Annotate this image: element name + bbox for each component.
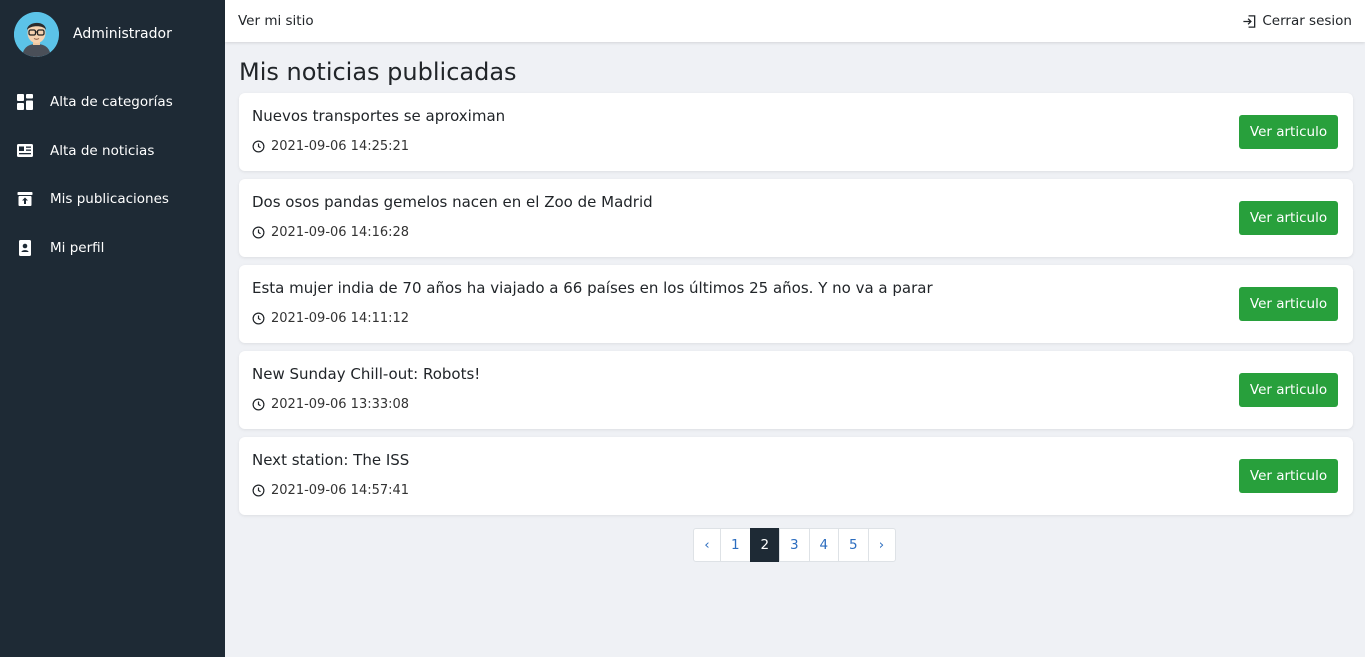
- newspaper-icon: [16, 142, 34, 160]
- view-article-button[interactable]: Ver articulo: [1239, 373, 1338, 407]
- pagination-page-2[interactable]: 2: [749, 528, 780, 562]
- pagination-page-5[interactable]: 5: [838, 528, 869, 562]
- clock-icon: [252, 226, 265, 239]
- article-date: 2021-09-06 13:33:08: [252, 397, 409, 412]
- view-site-link[interactable]: Ver mi sitio: [238, 13, 314, 29]
- article-date-text: 2021-09-06 13:33:08: [271, 397, 410, 412]
- archive-upload-icon: [16, 190, 34, 208]
- sidebar-item-label: Mi perfil: [50, 239, 105, 256]
- sidebar-item-mis-publicaciones[interactable]: Mis publicaciones: [0, 175, 225, 224]
- view-article-button[interactable]: Ver articulo: [1239, 287, 1338, 321]
- logout-link[interactable]: Cerrar sesion: [1242, 13, 1352, 29]
- article-date-text: 2021-09-06 14:11:12: [271, 311, 410, 326]
- article-title: Nuevos transportes se aproximan: [252, 107, 506, 125]
- logout-icon: [1243, 14, 1256, 28]
- article-date: 2021-09-06 14:16:28: [252, 225, 409, 240]
- article-card: New Sunday Chill-out: Robots! 2021-09-06…: [239, 351, 1353, 429]
- article-card: Esta mujer india de 70 años ha viajado a…: [239, 265, 1353, 343]
- pagination: ‹ 1 2 3 4 5 ›: [693, 528, 896, 562]
- sidebar-item-alta-categorias[interactable]: Alta de categorías: [0, 78, 225, 127]
- view-article-button[interactable]: Ver articulo: [1239, 115, 1338, 149]
- article-title: Esta mujer india de 70 años ha viajado a…: [252, 279, 933, 297]
- pagination-page-1[interactable]: 1: [720, 528, 751, 562]
- pagination-page-3[interactable]: 3: [779, 528, 810, 562]
- sidebar: Administrador Alta de categorías Alta de…: [0, 0, 225, 657]
- page-title: Mis noticias publicadas: [239, 58, 517, 86]
- view-article-button[interactable]: Ver articulo: [1239, 201, 1338, 235]
- article-date-text: 2021-09-06 14:25:21: [271, 139, 410, 154]
- sidebar-nav: Alta de categorías Alta de noticias Mis …: [0, 78, 225, 272]
- main-content: Mis noticias publicadas Nuevos transport…: [239, 42, 1353, 562]
- article-title: Dos osos pandas gemelos nacen en el Zoo …: [252, 193, 653, 211]
- pagination-prev[interactable]: ‹: [693, 528, 721, 562]
- pagination-page-4[interactable]: 4: [808, 528, 839, 562]
- user-profile[interactable]: Administrador: [14, 11, 172, 57]
- sidebar-item-label: Alta de noticias: [50, 142, 155, 159]
- topbar: Ver mi sitio Cerrar sesion: [225, 0, 1365, 42]
- clock-icon: [252, 398, 265, 411]
- article-list: Nuevos transportes se aproximan 2021-09-…: [239, 93, 1353, 515]
- clock-icon: [252, 140, 265, 153]
- article-card: Dos osos pandas gemelos nacen en el Zoo …: [239, 179, 1353, 257]
- pagination-next[interactable]: ›: [867, 528, 896, 562]
- article-date-text: 2021-09-06 14:57:41: [271, 483, 410, 498]
- sidebar-item-alta-noticias[interactable]: Alta de noticias: [0, 127, 225, 176]
- clock-icon: [252, 312, 265, 325]
- article-title: New Sunday Chill-out: Robots!: [252, 365, 481, 383]
- article-date-text: 2021-09-06 14:16:28: [271, 225, 410, 240]
- sidebar-item-label: Alta de categorías: [50, 94, 173, 111]
- article-date: 2021-09-06 14:25:21: [252, 139, 409, 154]
- user-name: Administrador: [73, 26, 172, 42]
- article-card: Next station: The ISS 2021-09-06 14:57:4…: [239, 437, 1353, 515]
- avatar: [14, 11, 59, 57]
- article-title: Next station: The ISS: [252, 451, 410, 469]
- clock-icon: [252, 484, 265, 497]
- dashboard-icon: [16, 93, 34, 111]
- article-date: 2021-09-06 14:57:41: [252, 483, 409, 498]
- article-date: 2021-09-06 14:11:12: [252, 311, 409, 326]
- sidebar-item-label: Mis publicaciones: [50, 191, 169, 208]
- logout-label: Cerrar sesion: [1262, 13, 1352, 29]
- view-article-button[interactable]: Ver articulo: [1239, 459, 1338, 493]
- contact-card-icon: [16, 239, 34, 257]
- article-card: Nuevos transportes se aproximan 2021-09-…: [239, 93, 1353, 171]
- sidebar-item-mi-perfil[interactable]: Mi perfil: [0, 224, 225, 273]
